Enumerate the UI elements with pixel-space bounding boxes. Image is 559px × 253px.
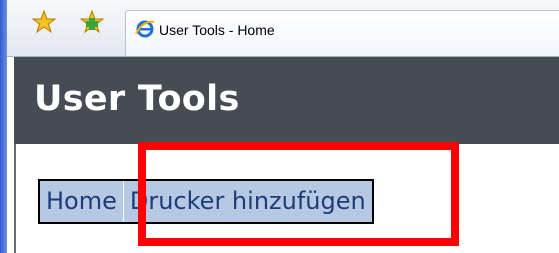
annotation-highlight-box (138, 142, 459, 246)
tab-title: User Tools - Home (159, 22, 275, 38)
favorites-star-icon[interactable] (31, 9, 57, 34)
browser-tab-bar: User Tools - Home (7, 0, 559, 57)
page-title: User Tools (34, 79, 240, 119)
content-left-border (14, 144, 16, 253)
tab-user-tools-home[interactable]: User Tools - Home (125, 10, 559, 56)
ie-page-icon (135, 19, 155, 39)
page-header: User Tools (14, 57, 559, 144)
window-left-edge (0, 0, 7, 253)
add-favorite-icon[interactable] (79, 9, 105, 34)
nav-link-home[interactable]: Home (40, 181, 123, 222)
